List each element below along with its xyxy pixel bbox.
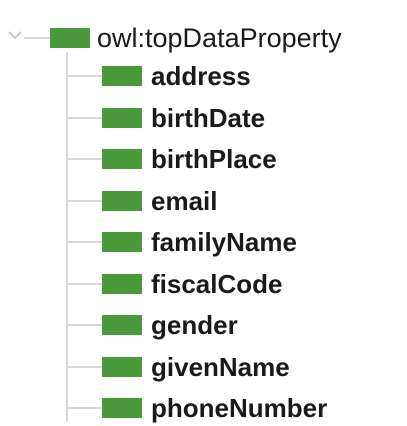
tree-node-label: birthDate — [151, 103, 266, 133]
tree-connector — [68, 75, 102, 77]
tree-node-label: familyName — [151, 227, 297, 257]
data-property-icon — [102, 66, 142, 86]
tree-connector — [24, 37, 50, 39]
tree-connector — [68, 324, 102, 326]
tree-connector — [68, 200, 102, 202]
tree-node-root[interactable]: owl:topDataProperty — [0, 20, 407, 56]
data-property-icon — [102, 149, 142, 169]
tree-node-label: birthPlace — [151, 144, 277, 174]
tree-connector — [68, 117, 102, 119]
tree-node-label: phoneNumber — [151, 393, 328, 423]
tree-node-label: address — [151, 61, 251, 91]
data-property-icon — [102, 232, 142, 252]
tree-node-label: email — [151, 186, 218, 216]
data-property-icon — [102, 274, 142, 294]
tree-connector — [68, 366, 102, 368]
tree-node-6[interactable]: gender — [0, 307, 407, 343]
tree-node-label: fiscalCode — [151, 269, 283, 299]
data-property-icon — [102, 357, 142, 377]
tree-connector — [68, 407, 102, 409]
tree-node-label: gender — [151, 310, 238, 340]
chevron-down-icon[interactable] — [6, 26, 24, 44]
tree-connector — [68, 283, 102, 285]
data-property-tree: owl:topDataProperty address birthDate birt… — [0, 0, 407, 423]
data-property-icon — [102, 398, 142, 418]
tree-node-1[interactable]: birthDate — [0, 100, 407, 136]
tree-connector — [68, 241, 102, 243]
data-property-icon — [102, 191, 142, 211]
tree-node-7[interactable]: givenName — [0, 349, 407, 385]
tree-node-0[interactable]: address — [0, 58, 407, 94]
data-property-icon — [50, 28, 90, 48]
tree-node-label: givenName — [151, 352, 290, 382]
tree-node-4[interactable]: familyName — [0, 224, 407, 260]
data-property-icon — [102, 108, 142, 128]
tree-connector — [68, 158, 102, 160]
tree-node-2[interactable]: birthPlace — [0, 141, 407, 177]
tree-node-label: owl:topDataProperty — [97, 23, 342, 53]
tree-node-8[interactable]: phoneNumber — [0, 390, 407, 426]
data-property-icon — [102, 315, 142, 335]
tree-node-3[interactable]: email — [0, 183, 407, 219]
tree-node-5[interactable]: fiscalCode — [0, 266, 407, 302]
